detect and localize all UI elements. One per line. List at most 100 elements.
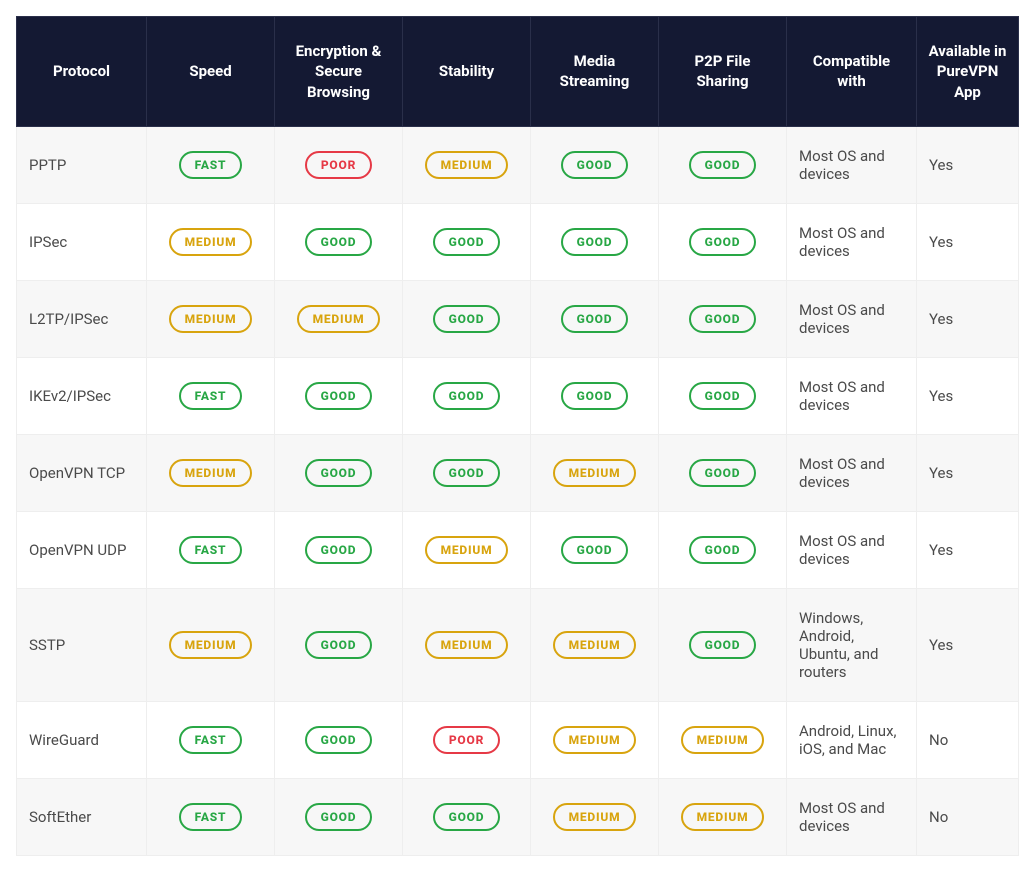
stability-badge: GOOD (433, 459, 501, 487)
cell-stability: GOOD (403, 280, 531, 357)
cell-available: Yes (917, 280, 1019, 357)
p2p-badge: MEDIUM (681, 726, 765, 754)
cell-speed: FAST (147, 701, 275, 778)
cell-media: GOOD (531, 357, 659, 434)
cell-speed: MEDIUM (147, 588, 275, 701)
cell-encryption: GOOD (275, 203, 403, 280)
cell-encryption: GOOD (275, 701, 403, 778)
cell-media: GOOD (531, 203, 659, 280)
media-badge: MEDIUM (553, 631, 637, 659)
header-stability: Stability (403, 17, 531, 127)
encryption-badge: GOOD (305, 631, 373, 659)
header-speed: Speed (147, 17, 275, 127)
cell-stability: GOOD (403, 357, 531, 434)
cell-protocol: PPTP (17, 126, 147, 203)
cell-p2p: GOOD (659, 434, 787, 511)
cell-encryption: GOOD (275, 588, 403, 701)
cell-available: No (917, 778, 1019, 855)
speed-badge: FAST (179, 382, 243, 410)
cell-encryption: GOOD (275, 357, 403, 434)
encryption-badge: MEDIUM (297, 305, 381, 333)
p2p-badge: GOOD (689, 382, 757, 410)
cell-available: Yes (917, 126, 1019, 203)
cell-p2p: GOOD (659, 588, 787, 701)
p2p-badge: GOOD (689, 151, 757, 179)
media-badge: MEDIUM (553, 803, 637, 831)
p2p-badge: GOOD (689, 228, 757, 256)
table-row: SSTPMEDIUMGOODMEDIUMMEDIUMGOODWindows, A… (17, 588, 1019, 701)
stability-badge: GOOD (433, 228, 501, 256)
cell-available: Yes (917, 203, 1019, 280)
cell-encryption: GOOD (275, 511, 403, 588)
cell-stability: GOOD (403, 434, 531, 511)
speed-badge: FAST (179, 726, 243, 754)
speed-badge: FAST (179, 151, 243, 179)
cell-compatible: Most OS and devices (787, 357, 917, 434)
cell-encryption: GOOD (275, 778, 403, 855)
cell-encryption: POOR (275, 126, 403, 203)
speed-badge: MEDIUM (169, 631, 253, 659)
cell-compatible: Most OS and devices (787, 511, 917, 588)
table-row: WireGuardFASTGOODPOORMEDIUMMEDIUMAndroid… (17, 701, 1019, 778)
cell-encryption: GOOD (275, 434, 403, 511)
cell-compatible: Most OS and devices (787, 280, 917, 357)
cell-speed: MEDIUM (147, 280, 275, 357)
cell-compatible: Most OS and devices (787, 203, 917, 280)
cell-speed: FAST (147, 778, 275, 855)
media-badge: GOOD (561, 305, 629, 333)
cell-protocol: OpenVPN UDP (17, 511, 147, 588)
cell-available: Yes (917, 588, 1019, 701)
cell-stability: GOOD (403, 778, 531, 855)
cell-protocol: SSTP (17, 588, 147, 701)
stability-badge: GOOD (433, 305, 501, 333)
cell-p2p: GOOD (659, 126, 787, 203)
table-row: IPSecMEDIUMGOODGOODGOODGOODMost OS and d… (17, 203, 1019, 280)
encryption-badge: GOOD (305, 382, 373, 410)
cell-compatible: Most OS and devices (787, 126, 917, 203)
encryption-badge: POOR (305, 151, 372, 179)
table-body: PPTPFASTPOORMEDIUMGOODGOODMost OS and de… (17, 126, 1019, 855)
p2p-badge: GOOD (689, 536, 757, 564)
speed-badge: MEDIUM (169, 305, 253, 333)
p2p-badge: GOOD (689, 631, 757, 659)
encryption-badge: GOOD (305, 228, 373, 256)
table-row: OpenVPN UDPFASTGOODMEDIUMGOODGOODMost OS… (17, 511, 1019, 588)
vpn-protocol-table: Protocol Speed Encryption & Secure Brows… (16, 16, 1019, 856)
cell-protocol: L2TP/IPSec (17, 280, 147, 357)
cell-available: No (917, 701, 1019, 778)
cell-p2p: GOOD (659, 511, 787, 588)
header-available: Available in PureVPN App (917, 17, 1019, 127)
cell-speed: FAST (147, 126, 275, 203)
table-row: SoftEtherFASTGOODGOODMEDIUMMEDIUMMost OS… (17, 778, 1019, 855)
cell-stability: MEDIUM (403, 511, 531, 588)
cell-speed: MEDIUM (147, 434, 275, 511)
cell-stability: GOOD (403, 203, 531, 280)
cell-stability: POOR (403, 701, 531, 778)
speed-badge: FAST (179, 536, 243, 564)
table-row: IKEv2/IPSec FAST GOOD GOOD GOOD GOOD Most OS a… (17, 357, 1019, 434)
cell-encryption: MEDIUM (275, 280, 403, 357)
p2p-badge: MEDIUM (681, 803, 765, 831)
cell-p2p: MEDIUM (659, 701, 787, 778)
header-media: Media Streaming (531, 17, 659, 127)
cell-p2p: GOOD (659, 280, 787, 357)
header-compatible: Compatible with (787, 17, 917, 127)
media-badge: GOOD (561, 382, 629, 410)
cell-protocol: IKEv2/IPSec (17, 357, 147, 434)
media-badge: GOOD (561, 228, 629, 256)
cell-p2p: MEDIUM (659, 778, 787, 855)
cell-compatible: Most OS and devices (787, 434, 917, 511)
stability-badge: POOR (433, 726, 500, 754)
cell-media: MEDIUM (531, 588, 659, 701)
cell-protocol: OpenVPN TCP (17, 434, 147, 511)
cell-media: MEDIUM (531, 778, 659, 855)
cell-p2p: GOOD (659, 203, 787, 280)
cell-speed: FAST (147, 357, 275, 434)
media-badge: GOOD (561, 536, 629, 564)
stability-badge: GOOD (433, 382, 501, 410)
cell-compatible: Android, Linux, iOS, and Mac (787, 701, 917, 778)
speed-badge: FAST (179, 803, 243, 831)
cell-media: MEDIUM (531, 434, 659, 511)
cell-speed: MEDIUM (147, 203, 275, 280)
table-row: PPTPFASTPOORMEDIUMGOODGOODMost OS and de… (17, 126, 1019, 203)
